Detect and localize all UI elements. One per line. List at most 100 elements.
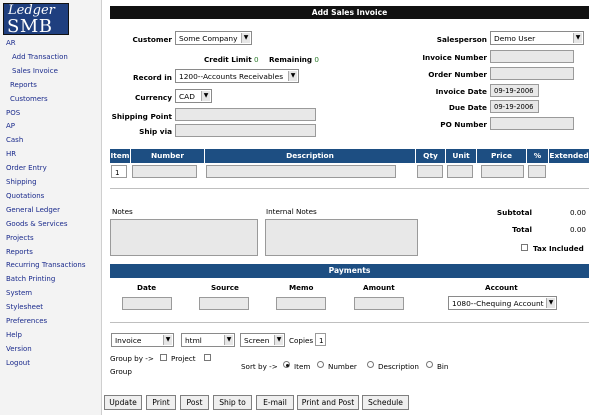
- remaining-value: 0: [314, 55, 319, 64]
- payment-account-label: Account: [485, 283, 518, 292]
- copies-input[interactable]: 1: [315, 333, 326, 346]
- sidebar-item-help[interactable]: Help: [6, 331, 22, 339]
- invoice-number-input[interactable]: [490, 50, 574, 63]
- sidebar-item-general-ledger[interactable]: General Ledger: [6, 206, 60, 214]
- sidebar-item-reports[interactable]: Reports: [10, 81, 37, 89]
- copies-label: Copies: [289, 336, 314, 345]
- sort-description-radio[interactable]: [367, 361, 374, 368]
- tax-included-checkbox[interactable]: [521, 244, 528, 251]
- sidebar-item-cash[interactable]: Cash: [6, 136, 23, 144]
- payment-source-label: Source: [211, 283, 239, 292]
- customer-value: Some Company: [179, 34, 238, 43]
- record-in-value: 1200--Accounts Receivables: [179, 72, 284, 81]
- print-type-select[interactable]: html ▼: [181, 333, 235, 347]
- sidebar-item-system[interactable]: System: [6, 289, 32, 297]
- order-number-input[interactable]: [490, 67, 574, 80]
- payment-date-label: Date: [137, 283, 157, 292]
- sidebar-item-quotations[interactable]: Quotations: [6, 192, 44, 200]
- sidebar-item-pos[interactable]: POS: [6, 109, 20, 117]
- line-items-header: Item Number Description Qty Unit Price %…: [110, 149, 589, 163]
- col-item: Item: [110, 149, 131, 163]
- sidebar-item-goods-services[interactable]: Goods & Services: [6, 220, 68, 228]
- sort-description-label: Description: [378, 362, 419, 371]
- customer-label: Customer: [132, 35, 172, 44]
- payment-date-input[interactable]: [122, 297, 172, 310]
- payment-amount-input[interactable]: [354, 297, 404, 310]
- sidebar-item-preferences[interactable]: Preferences: [6, 317, 47, 325]
- print-format-select[interactable]: Invoice ▼: [111, 333, 174, 347]
- sidebar-item-stylesheet[interactable]: Stylesheet: [6, 303, 43, 311]
- internal-notes-textarea[interactable]: [265, 219, 418, 256]
- ship-to-button[interactable]: Ship to: [213, 395, 252, 410]
- record-in-select[interactable]: 1200--Accounts Receivables ▼: [175, 69, 299, 83]
- sort-number-radio[interactable]: [317, 361, 324, 368]
- sidebar-item-ar[interactable]: AR: [6, 39, 16, 47]
- payment-memo-label: Memo: [289, 283, 314, 292]
- payment-account-select[interactable]: 1080--Chequing Account ▼: [448, 296, 557, 310]
- sidebar-item-recurring-transactions[interactable]: Recurring Transactions: [6, 261, 86, 269]
- total-label: Total: [512, 225, 532, 234]
- sidebar-item-customers[interactable]: Customers: [10, 95, 48, 103]
- print-media-select[interactable]: Screen ▼: [240, 333, 285, 347]
- sidebar-item-ap[interactable]: AP: [6, 122, 15, 130]
- print-and-post-button[interactable]: Print and Post: [297, 395, 359, 410]
- row1-price-input[interactable]: [481, 165, 524, 178]
- sidebar-item-shipping[interactable]: Shipping: [6, 178, 37, 186]
- salesperson-value: Demo User: [494, 34, 536, 43]
- remaining-text: Remaining 0: [269, 55, 319, 64]
- shipping-point-input[interactable]: [175, 108, 316, 121]
- chevron-down-icon: ▼: [274, 335, 283, 345]
- currency-select[interactable]: CAD ▼: [175, 89, 212, 103]
- invoice-number-label: Invoice Number: [422, 53, 487, 62]
- col-extended: Extended: [549, 151, 589, 160]
- invoice-date-input[interactable]: 09-19-2006: [490, 84, 539, 97]
- notes-textarea[interactable]: [110, 219, 258, 256]
- row1-unit-input[interactable]: [447, 165, 473, 178]
- ship-via-input[interactable]: [175, 124, 316, 137]
- sort-by-label: Sort by ->: [241, 362, 278, 371]
- group-by-project-checkbox[interactable]: [160, 354, 167, 361]
- sort-bin-radio[interactable]: [426, 361, 433, 368]
- salesperson-select[interactable]: Demo User ▼: [490, 31, 584, 45]
- row1-discount-input[interactable]: [528, 165, 546, 178]
- invoice-date-label: Invoice Date: [435, 87, 487, 96]
- sidebar-item-hr[interactable]: HR: [6, 150, 16, 158]
- credit-limit-text: Credit Limit 0: [204, 55, 259, 64]
- row1-qty-input[interactable]: [417, 165, 443, 178]
- sidebar-item-reports[interactable]: Reports: [6, 248, 33, 256]
- sort-item-radio[interactable]: [283, 361, 290, 368]
- email-button[interactable]: E-mail: [256, 395, 294, 410]
- due-date-input[interactable]: 09-19-2006: [490, 100, 539, 113]
- payment-memo-input[interactable]: [276, 297, 326, 310]
- po-number-input[interactable]: [490, 117, 574, 130]
- ship-via-label: Ship via: [139, 127, 172, 136]
- remaining-label: Remaining: [269, 55, 313, 64]
- row1-description-input[interactable]: [206, 165, 396, 178]
- col-discount: %: [527, 149, 549, 163]
- sidebar-item-logout[interactable]: Logout: [6, 359, 30, 367]
- payment-source-input[interactable]: [199, 297, 249, 310]
- sidebar-item-batch-printing[interactable]: Batch Printing: [6, 275, 55, 283]
- sidebar-item-add-transaction[interactable]: Add Transaction: [12, 53, 68, 61]
- row1-number-input[interactable]: [132, 165, 197, 178]
- sidebar: Ledger SMB AR Add Transaction Sales Invoic…: [0, 0, 102, 415]
- row1-item-input[interactable]: 1: [111, 165, 127, 178]
- col-unit: Unit: [446, 149, 477, 163]
- chevron-down-icon: ▼: [241, 33, 250, 43]
- print-type-value: html: [185, 336, 202, 345]
- schedule-button[interactable]: Schedule: [362, 395, 409, 410]
- tax-included-label: Tax Included: [533, 244, 584, 253]
- sidebar-item-order-entry[interactable]: Order Entry: [6, 164, 47, 172]
- sidebar-item-version[interactable]: Version: [6, 345, 32, 353]
- sidebar-item-sales-invoice[interactable]: Sales Invoice: [12, 67, 58, 75]
- customer-select[interactable]: Some Company ▼: [175, 31, 252, 45]
- print-button[interactable]: Print: [146, 395, 176, 410]
- logo-line2: SMB: [7, 16, 53, 37]
- sort-item-label: Item: [294, 362, 311, 371]
- group-by-group-checkbox[interactable]: [204, 354, 211, 361]
- update-button[interactable]: Update: [104, 395, 142, 410]
- chevron-down-icon: ▼: [288, 71, 297, 81]
- sidebar-item-projects[interactable]: Projects: [6, 234, 34, 242]
- credit-limit-label: Credit Limit: [204, 55, 252, 64]
- post-button[interactable]: Post: [180, 395, 209, 410]
